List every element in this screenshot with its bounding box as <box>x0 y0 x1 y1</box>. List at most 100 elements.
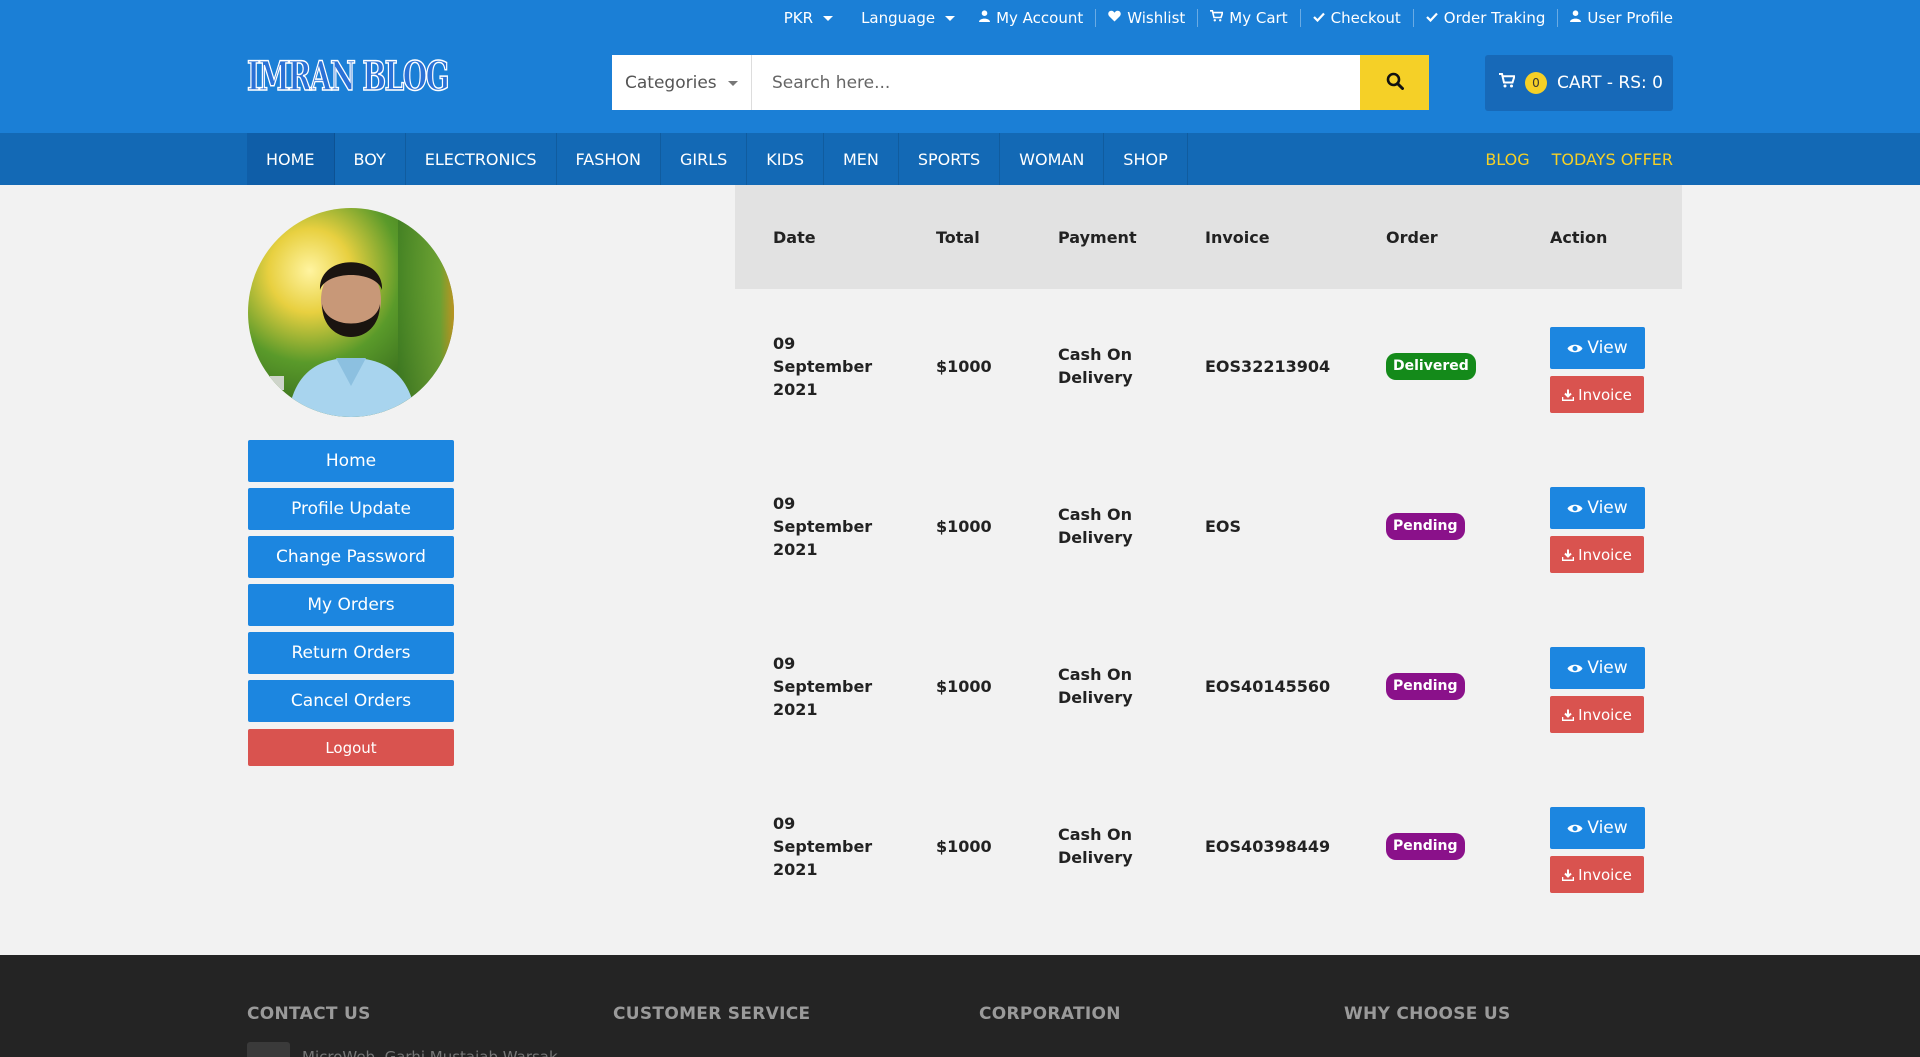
nav-item-fashon[interactable]: FASHON <box>557 133 661 185</box>
check-icon <box>1312 11 1325 26</box>
user-icon <box>1570 10 1582 26</box>
footer-address-text: MicroWeb, Garhi Mustajab Warsak <box>302 1048 558 1057</box>
order-tracking-link[interactable]: Order Traking <box>1412 9 1558 27</box>
date-cell: 09 September 2021 <box>773 333 873 399</box>
table-row: 09 September 2021 $1000 Cash On Delivery EO… <box>735 446 1682 606</box>
total-cell: $1000 <box>936 836 992 856</box>
nav-item-men[interactable]: MEN <box>824 133 899 185</box>
sidebar-home-button[interactable]: Home <box>248 440 454 482</box>
view-order-button[interactable]: View <box>1550 327 1645 369</box>
nav-item-sports[interactable]: SPORTS <box>899 133 1001 185</box>
column-header-order: Order <box>1386 227 1438 247</box>
nav-item-shop[interactable]: SHOP <box>1104 133 1188 185</box>
cart-icon <box>1210 10 1224 26</box>
cart-icon <box>1499 73 1516 93</box>
total-cell: $1000 <box>936 676 992 696</box>
nav-item-electronics[interactable]: ELECTRONICS <box>406 133 557 185</box>
location-pin-icon <box>247 1042 290 1057</box>
column-header-payment: Payment <box>1058 227 1137 247</box>
order-status-cell: Pending <box>1386 446 1465 606</box>
status-badge: Pending <box>1386 672 1465 700</box>
date-cell: 09 September 2021 <box>773 493 873 559</box>
status-badge: Pending <box>1386 832 1465 860</box>
footer-address: MicroWeb, Garhi Mustajab Warsak <box>247 1042 558 1057</box>
checkout-label: Checkout <box>1330 9 1401 27</box>
my-account-link[interactable]: My Account <box>967 9 1095 27</box>
order-status-cell: Pending <box>1386 606 1465 766</box>
wishlist-link[interactable]: Wishlist <box>1095 9 1197 27</box>
download-icon <box>1562 549 1575 561</box>
currency-label: PKR <box>783 9 814 27</box>
download-invoice-button[interactable]: Invoice <box>1550 856 1644 893</box>
nav-item-boy[interactable]: BOY <box>335 133 406 185</box>
sidebar-profile-update-button[interactable]: Profile Update <box>248 488 454 530</box>
download-invoice-button[interactable]: Invoice <box>1550 376 1644 413</box>
categories-dropdown[interactable]: Categories <box>612 55 752 110</box>
invoice-number-cell: EOS40398449 <box>1205 836 1331 856</box>
avatar <box>248 208 454 417</box>
my-cart-label: My Cart <box>1229 9 1288 27</box>
sidebar-cancel-orders-button[interactable]: Cancel Orders <box>248 680 454 722</box>
chevron-down-icon <box>823 15 834 21</box>
sidebar-my-orders-button[interactable]: My Orders <box>248 584 454 626</box>
nav-todays-offer-link[interactable]: TODAYS OFFER <box>1552 150 1673 169</box>
nav-item-kids[interactable]: KIDS <box>747 133 824 185</box>
footer-heading-corporation: CORPORATION <box>979 1004 1121 1024</box>
top-bar: PKR Language My Account Wishlist My Cart <box>760 0 1673 36</box>
user-profile-link[interactable]: User Profile <box>1557 9 1673 27</box>
footer-heading-customer-service: CUSTOMER SERVICE <box>613 1004 811 1024</box>
nav-item-girls[interactable]: GIRLS <box>661 133 748 185</box>
check-icon <box>1426 11 1438 26</box>
column-header-invoice: Invoice <box>1205 227 1270 247</box>
order-status-cell: Delivered <box>1386 286 1476 446</box>
status-badge: Pending <box>1386 512 1465 540</box>
payment-cell: Cash On Delivery <box>1058 505 1133 547</box>
cart-button[interactable]: 0 CART - RS: 0 <box>1485 55 1673 111</box>
download-invoice-button[interactable]: Invoice <box>1550 696 1644 733</box>
search-input[interactable] <box>752 55 1360 110</box>
chevron-down-icon <box>728 81 738 86</box>
footer-heading-why-choose-us: WHY CHOOSE US <box>1344 1004 1511 1024</box>
site-logo[interactable]: IMRAN BLOG <box>246 52 450 102</box>
nav-item-home[interactable]: HOME <box>247 133 335 185</box>
date-cell: 09 September 2021 <box>773 813 873 879</box>
view-order-button[interactable]: View <box>1550 647 1645 689</box>
user-icon <box>979 10 991 26</box>
view-order-button[interactable]: View <box>1550 487 1645 529</box>
download-invoice-button[interactable]: Invoice <box>1550 536 1644 573</box>
currency-dropdown[interactable]: PKR <box>783 9 834 27</box>
view-order-button[interactable]: View <box>1550 807 1645 849</box>
wishlist-label: Wishlist <box>1127 9 1186 27</box>
language-dropdown[interactable]: Language <box>861 9 956 27</box>
payment-cell: Cash On Delivery <box>1058 825 1133 867</box>
total-cell: $1000 <box>936 356 992 376</box>
eye-icon <box>1567 503 1583 514</box>
sidebar-change-password-button[interactable]: Change Password <box>248 536 454 578</box>
nav-blog-link[interactable]: BLOG <box>1485 150 1529 169</box>
payment-cell: Cash On Delivery <box>1058 665 1133 707</box>
search-bar: Categories <box>612 55 1429 110</box>
nav-item-woman[interactable]: WOMAN <box>1000 133 1105 185</box>
checkout-link[interactable]: Checkout <box>1299 9 1413 27</box>
column-header-date: Date <box>773 227 816 247</box>
payment-cell: Cash On Delivery <box>1058 345 1133 387</box>
column-header-total: Total <box>936 227 980 247</box>
order-status-cell: Pending <box>1386 766 1465 926</box>
logout-button[interactable]: Logout <box>248 729 454 766</box>
invoice-number-cell: EOS32213904 <box>1205 356 1331 376</box>
table-row: 09 September 2021 $1000 Cash On Delivery EO… <box>735 286 1682 446</box>
user-profile-label: User Profile <box>1587 9 1673 27</box>
sidebar-return-orders-button[interactable]: Return Orders <box>248 632 454 674</box>
download-icon <box>1562 709 1575 721</box>
chevron-down-icon <box>945 15 956 21</box>
my-cart-link[interactable]: My Cart <box>1197 9 1299 27</box>
my-account-label: My Account <box>996 9 1084 27</box>
column-header-action: Action <box>1550 227 1608 247</box>
search-icon <box>1386 72 1404 94</box>
date-cell: 09 September 2021 <box>773 653 873 719</box>
status-badge: Delivered <box>1386 352 1476 380</box>
heart-icon <box>1108 10 1121 26</box>
orders-table-header: Date Total Payment Invoice Order Action <box>735 185 1682 289</box>
invoice-number-cell: EOS <box>1205 516 1242 536</box>
search-button[interactable] <box>1360 55 1429 110</box>
